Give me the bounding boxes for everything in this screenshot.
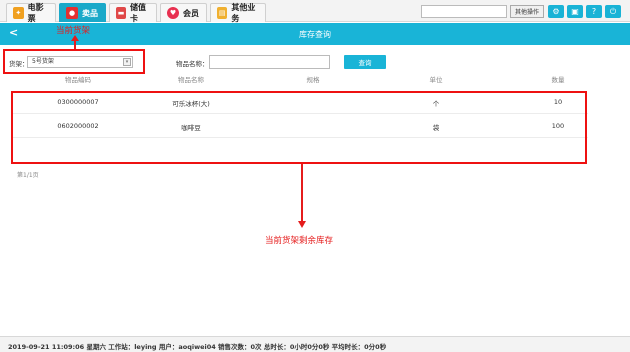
shelf-select[interactable]: 5号货架 ▾	[27, 56, 133, 68]
page-title: 库存查询	[299, 30, 331, 39]
status-text: 2019-09-21 11:09:06 星期六 工作站：leying 用户：ao…	[8, 343, 387, 351]
col-header-item-name: 物品名称	[178, 76, 204, 84]
tab-label: 卖品	[82, 8, 98, 18]
top-search-input[interactable]	[421, 5, 507, 18]
item-name-input[interactable]	[209, 55, 330, 69]
movie-ticket-icon: ✦	[13, 7, 24, 19]
tab-label: 其他业务	[231, 3, 256, 23]
shelf-select-value: 5号货架	[32, 58, 54, 65]
card-icon: ▬	[116, 7, 126, 19]
arrow-down-icon	[298, 221, 306, 228]
clipboard-icon: ▤	[217, 7, 228, 19]
tab-stored-value-card[interactable]: ▬ 储值卡	[109, 3, 157, 23]
col-header-spec: 规格	[306, 76, 320, 84]
col-header-unit: 单位	[429, 76, 443, 84]
col-header-quantity: 数量	[551, 76, 565, 84]
shelf-label: 货架：	[9, 60, 29, 68]
tab-movie-ticket[interactable]: ✦ 电影票	[6, 3, 56, 23]
lock-icon[interactable]: ▣	[567, 5, 583, 18]
tab-label: 电影票	[27, 3, 44, 23]
query-button[interactable]: 查询	[344, 55, 386, 69]
popcorn-icon: ●	[66, 7, 78, 19]
tab-concessions[interactable]: ● 卖品	[59, 3, 106, 22]
annotation-remaining-stock-label: 当前货架剩余库存	[265, 236, 334, 246]
other-ops-button[interactable]: 其他操作	[510, 5, 544, 18]
pager: 第1/1页	[17, 172, 39, 179]
status-bar: 2019-09-21 11:09:06 星期六 工作站：leying 用户：ao…	[0, 336, 630, 352]
heart-icon: ♥	[167, 7, 179, 19]
annotation-arrow-up	[74, 40, 76, 49]
col-header-item-code: 物品编码	[65, 76, 91, 84]
annotation-arrow-down	[301, 164, 303, 222]
item-name-label: 物品名称：	[176, 60, 209, 68]
annotation-stock-box	[11, 91, 587, 164]
tab-label: 会员	[183, 8, 199, 18]
tab-member[interactable]: ♥ 会员	[160, 3, 207, 22]
top-tab-bar: ✦ 电影票 ● 卖品 ▬ 储值卡 ♥ 会员 ▤ 其他业务 其他操作 ⚙ ▣ ? …	[0, 0, 630, 23]
page-header: < 库存查询	[0, 23, 630, 45]
tab-label: 储值卡	[130, 3, 146, 23]
exit-icon[interactable]: ⏻	[605, 5, 621, 18]
arrow-up-icon	[71, 35, 79, 41]
tab-other-business[interactable]: ▤ 其他业务	[210, 3, 266, 23]
settings-icon[interactable]: ⚙	[548, 5, 564, 18]
help-icon[interactable]: ?	[586, 5, 602, 18]
chevron-down-icon: ▾	[123, 58, 131, 66]
